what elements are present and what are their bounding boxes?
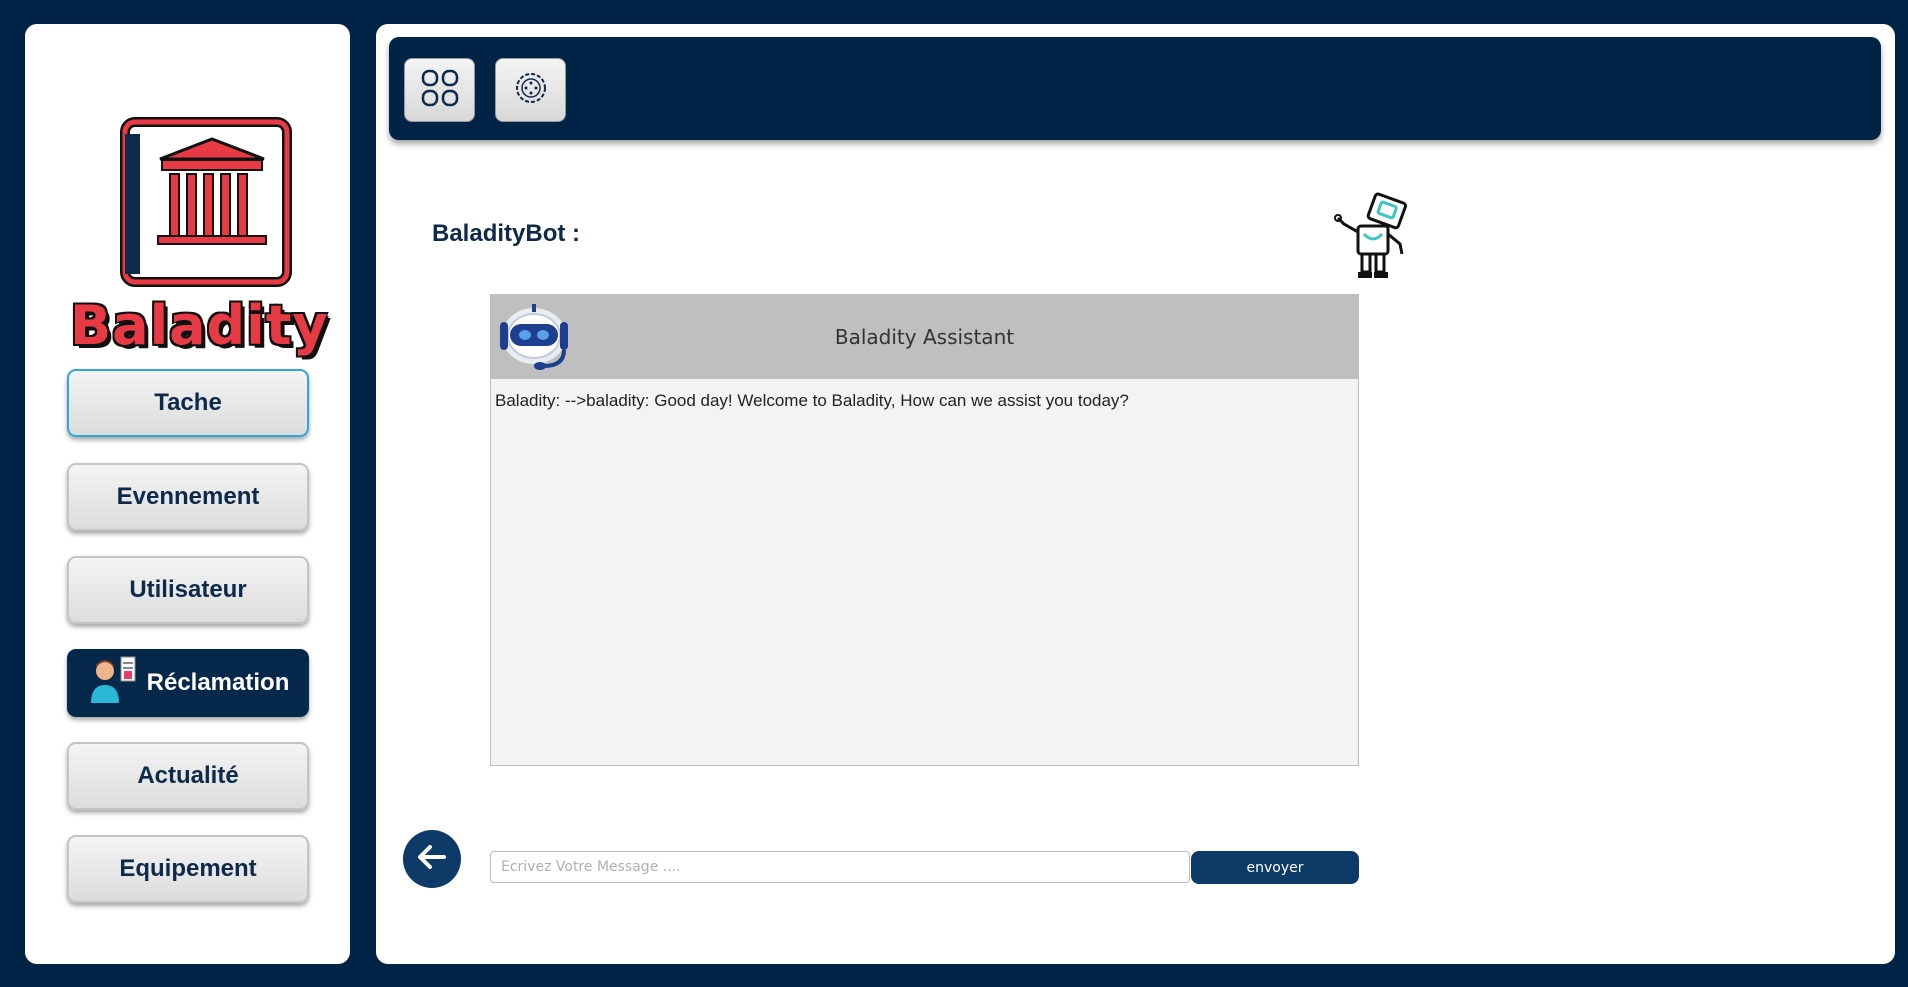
- nav-tache-button[interactable]: Tache: [67, 369, 309, 437]
- building-logo-icon: [120, 117, 292, 287]
- nav-reclamation-button[interactable]: Réclamation: [67, 649, 309, 717]
- logo-text: Baladity: [70, 294, 329, 357]
- send-button[interactable]: envoyer: [1191, 851, 1359, 884]
- settings-gear-icon: [512, 69, 550, 112]
- sidebar: Baladity Tache Evennement Utilisateur Ré…: [25, 24, 350, 964]
- nav-evennement-button[interactable]: Evennement: [67, 463, 309, 531]
- nav-label: Equipement: [119, 855, 257, 882]
- message-input[interactable]: [490, 851, 1190, 883]
- nav-label: Réclamation: [146, 669, 290, 696]
- complaint-person-icon: [87, 653, 141, 714]
- main-panel: BaladityBot : Baladity Assistant Baladit…: [376, 24, 1895, 964]
- arrow-left-icon: [417, 844, 447, 874]
- bot-label: BaladityBot :: [432, 220, 581, 247]
- nav-label: Evennement: [116, 483, 260, 510]
- chat-window: Baladity Assistant Baladity: -->baladity…: [490, 294, 1359, 766]
- top-bar: [389, 37, 1881, 140]
- nav-actualite-button[interactable]: Actualité: [67, 742, 309, 810]
- chat-message: Baladity: -->baladity: Good day! Welcome…: [495, 391, 1129, 410]
- nav-equipement-button[interactable]: Equipement: [67, 835, 309, 903]
- nav-label: Utilisateur: [129, 576, 247, 603]
- settings-button[interactable]: [495, 58, 566, 122]
- chat-header: Baladity Assistant: [491, 295, 1358, 379]
- baladity-logo: Baladity: [70, 94, 329, 384]
- nav-label: Tache: [154, 389, 222, 416]
- nav-utilisateur-button[interactable]: Utilisateur: [67, 556, 309, 624]
- chat-title: Baladity Assistant: [834, 325, 1015, 349]
- dashboard-button[interactable]: [404, 58, 475, 122]
- nav-label: Actualité: [137, 762, 239, 789]
- dashboard-grid-icon: [420, 68, 460, 113]
- back-button[interactable]: [403, 830, 461, 888]
- robot-illustration-icon: [1330, 188, 1420, 284]
